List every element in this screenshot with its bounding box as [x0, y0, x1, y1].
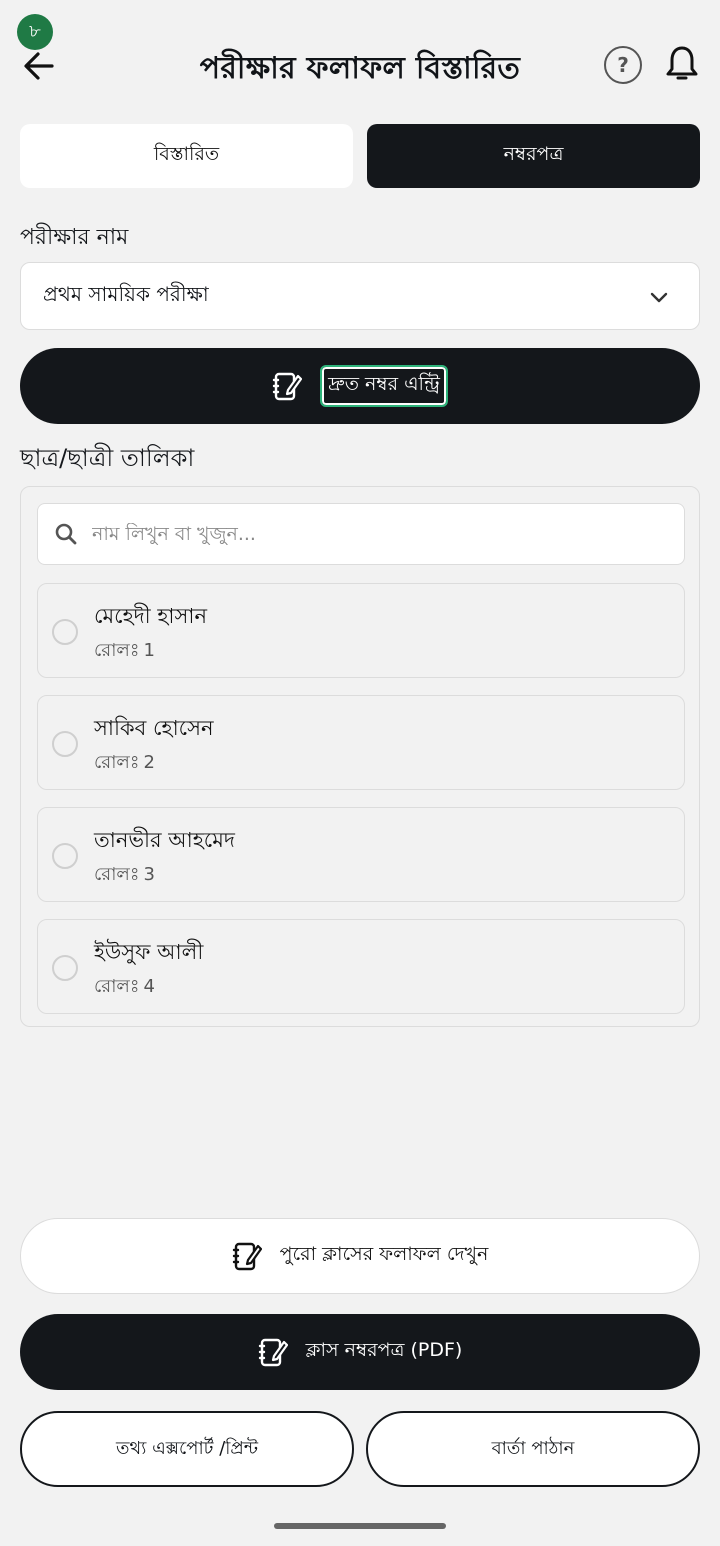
student-roll: রোলঃ 1	[94, 640, 155, 661]
notebook-edit-icon	[232, 1240, 262, 1272]
student-roll: রোলঃ 2	[94, 752, 155, 773]
home-indicator[interactable]	[274, 1523, 446, 1529]
student-row[interactable]: তানভীর আহমেদ রোলঃ 3	[37, 807, 685, 902]
student-list: মেহেদী হাসান রোলঃ1 সাকিব হোসেন রোলঃ2 তান…	[20, 486, 700, 1027]
class-marksheet-pdf-label: ক্লাস নম্বরপত্র (PDF)	[305, 1339, 463, 1361]
student-roll: রোলঃ 3	[94, 864, 155, 885]
notification-button[interactable]	[664, 44, 700, 84]
tab-details[interactable]: বিস্তারিত	[20, 124, 353, 188]
chevron-down-icon	[650, 292, 668, 303]
student-list-label: ছাত্র/ছাত্রী তালিকা	[20, 444, 195, 472]
student-name: ইউসুফ আলী	[94, 940, 204, 964]
exam-select-value: প্রথম সাময়িক পরীক্ষা	[43, 281, 209, 306]
question-circle-icon: ?	[617, 53, 629, 77]
notebook-edit-icon	[272, 370, 303, 402]
student-name: তানভীর আহমেদ	[94, 828, 235, 852]
search-field[interactable]	[37, 503, 685, 565]
exam-name-label: পরীক্ষার নাম	[20, 225, 129, 250]
tab-marksheet[interactable]: নম্বরপত্র	[367, 124, 700, 188]
select-radio[interactable]	[52, 731, 78, 757]
full-class-results-label: পুরো ক্লাসের ফলাফল দেখুন	[279, 1243, 489, 1265]
send-message-button[interactable]: বার্তা পাঠান	[366, 1411, 700, 1487]
student-name: মেহেদী হাসান	[94, 604, 207, 628]
quick-entry-button[interactable]: দ্রুত নম্বর এন্ট্রি	[20, 348, 700, 424]
tab-bar: বিস্তারিত নম্বরপত্র	[20, 124, 700, 188]
student-row[interactable]: সাকিব হোসেন রোলঃ 2	[37, 695, 685, 790]
send-message-label: বার্তা পাঠান	[491, 1437, 575, 1459]
search-input[interactable]	[92, 523, 652, 545]
full-class-results-button[interactable]: পুরো ক্লাসের ফলাফল দেখুন	[20, 1218, 700, 1294]
search-icon	[55, 523, 77, 545]
student-roll: রোলঃ 4	[94, 976, 155, 997]
select-radio[interactable]	[52, 619, 78, 645]
bell-icon	[666, 46, 698, 80]
class-marksheet-pdf-button[interactable]: ক্লাস নম্বরপত্র (PDF)	[20, 1314, 700, 1390]
help-button[interactable]: ?	[604, 46, 642, 84]
export-print-label: তথ্য এক্সপোর্ট /প্রিন্ট	[115, 1437, 259, 1459]
student-row[interactable]: ইউসুফ আলী রোলঃ 4	[37, 919, 685, 1014]
select-radio[interactable]	[52, 955, 78, 981]
export-print-button[interactable]: তথ্য এক্সপোর্ট /প্রিন্ট	[20, 1411, 354, 1487]
student-name: সাকিব হোসেন	[94, 716, 214, 740]
quick-entry-label: দ্রুত নম্বর এন্ট্রি	[320, 365, 448, 407]
exam-select[interactable]: প্রথম সাময়িক পরীক্ষা	[20, 262, 700, 330]
select-radio[interactable]	[52, 843, 78, 869]
notebook-edit-icon	[258, 1336, 288, 1368]
student-row[interactable]: মেহেদী হাসান রোলঃ 1	[37, 583, 685, 678]
